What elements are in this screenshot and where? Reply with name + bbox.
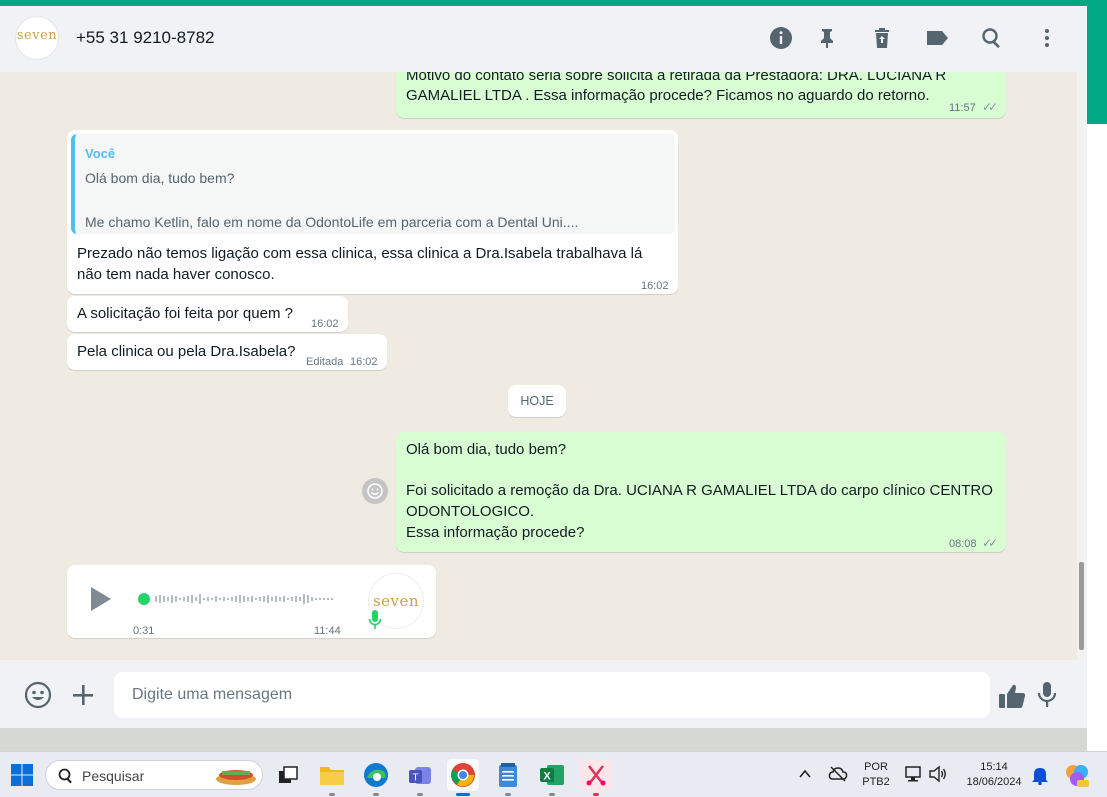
message-time: 08:08 — [949, 538, 977, 550]
message-time: 16:02 — [641, 280, 669, 292]
pin-icon[interactable] — [814, 25, 840, 51]
menu-icon[interactable] — [1034, 25, 1060, 51]
label-icon[interactable] — [924, 25, 950, 51]
edge-browser-icon[interactable] — [360, 759, 392, 796]
volume-icon[interactable] — [928, 765, 948, 788]
chat-area[interactable]: Motivo do contato seria sobre solicita a… — [0, 72, 1087, 660]
notepad-icon[interactable] — [492, 759, 524, 796]
date-divider: HOJE — [508, 385, 566, 417]
mic-icon — [368, 609, 382, 637]
message-text: Foi solicitado a remoção da Dra. UCIANA … — [406, 482, 993, 499]
snipping-tool-icon[interactable] — [580, 759, 612, 796]
chrome-icon[interactable] — [447, 759, 479, 796]
react-emoji-icon[interactable] — [362, 478, 388, 504]
excel-icon[interactable]: X — [536, 759, 568, 796]
message-text: A solicitação foi feita por quem ? — [77, 305, 293, 322]
svg-text:X: X — [543, 771, 551, 783]
input-language[interactable]: POR PTB2 — [860, 760, 892, 790]
voice-message[interactable]: 0:31 11:44 seven — [67, 565, 436, 638]
taskbar-search-label: Pesquisar — [82, 768, 145, 784]
os-taskbar: Pesquisar T X POR PTB2 15:14 18/06/2024 — [0, 751, 1107, 797]
message-text: ODONTOLOGICO. — [406, 503, 535, 520]
copilot-icon[interactable] — [1064, 763, 1090, 794]
delete-icon[interactable] — [869, 25, 895, 51]
message-time: 11:57 — [949, 102, 976, 114]
thumbs-up-icon[interactable] — [997, 682, 1027, 710]
search-icon[interactable] — [979, 25, 1005, 51]
window-bottom-area — [0, 728, 1087, 751]
message-text: Motivo do contato seria sobre solicita a… — [406, 72, 947, 84]
mic-icon[interactable] — [1036, 681, 1058, 709]
incoming-message[interactable]: A solicitação foi feita por quem ? 16:02 — [67, 296, 348, 332]
outgoing-message[interactable]: Motivo do contato seria sobre solicita a… — [396, 72, 1006, 118]
quote-author: Você — [85, 146, 116, 161]
network-icon[interactable] — [905, 765, 923, 788]
message-text: Pela clinica ou pela Dra.Isabela? — [77, 343, 296, 360]
avatar-logo-text: seven — [16, 28, 58, 43]
window-right-edge — [1087, 6, 1107, 751]
svg-text:T: T — [412, 773, 418, 784]
search-icon — [58, 768, 72, 784]
message-time: 16:02 — [311, 318, 339, 330]
composer-bar — [0, 660, 1087, 728]
quoted-message[interactable]: Você Olá bom dia, tudo bem? Me chamo Ket… — [71, 134, 675, 234]
task-view-icon[interactable] — [272, 759, 304, 791]
file-explorer-icon[interactable] — [316, 759, 348, 796]
chat-header: seven +55 31 9210-8782 — [0, 6, 1087, 72]
message-text: Essa informação procede? — [406, 524, 585, 541]
info-icon[interactable] — [768, 25, 794, 51]
contact-name[interactable]: +55 31 9210-8782 — [76, 28, 215, 48]
message-text: não tem nada haver conosco. — [77, 266, 275, 283]
chat-scrollbar[interactable] — [1077, 72, 1087, 660]
read-ticks-icon: ✓✓ — [982, 536, 998, 550]
message-time: 16:02 — [350, 356, 378, 368]
message-input[interactable] — [114, 672, 990, 718]
edited-label: Editada — [306, 356, 344, 368]
plus-icon[interactable] — [70, 682, 96, 708]
message-text: GAMALIEL LTDA . Essa informação procede?… — [406, 87, 930, 104]
message-text: Olá bom dia, tudo bem? — [406, 441, 567, 458]
cloud-offline-icon[interactable] — [828, 765, 848, 788]
quote-text: Olá bom dia, tudo bem? — [85, 170, 235, 186]
search-highlight-icon — [216, 770, 256, 785]
voice-waveform[interactable] — [137, 591, 337, 607]
quote-text: Me chamo Ketlin, falo em nome da OdontoL… — [85, 214, 579, 230]
windows-start-icon[interactable] — [6, 759, 38, 791]
system-clock[interactable]: 15:14 18/06/2024 — [958, 760, 1030, 790]
message-time: 11:44 — [314, 625, 341, 637]
scrollbar-thumb[interactable] — [1079, 562, 1084, 650]
avatar[interactable]: seven — [15, 16, 59, 60]
play-icon[interactable] — [89, 585, 113, 619]
outgoing-message[interactable]: Olá bom dia, tudo bem? Foi solicitado a … — [396, 432, 1006, 552]
incoming-message[interactable]: Pela clinica ou pela Dra.Isabela? Editad… — [67, 334, 387, 370]
notifications-bell-icon[interactable] — [1031, 765, 1049, 790]
message-text: Prezado não temos ligação com essa clini… — [77, 245, 643, 262]
incoming-message[interactable]: Você Olá bom dia, tudo bem? Me chamo Ket… — [67, 130, 678, 294]
taskbar-search[interactable]: Pesquisar — [45, 760, 263, 790]
emoji-icon[interactable] — [24, 681, 52, 709]
voice-duration: 0:31 — [133, 625, 155, 637]
read-ticks-icon: ✓✓ — [982, 100, 998, 114]
chevron-up-icon[interactable] — [797, 766, 813, 787]
teams-icon[interactable]: T — [404, 759, 436, 796]
